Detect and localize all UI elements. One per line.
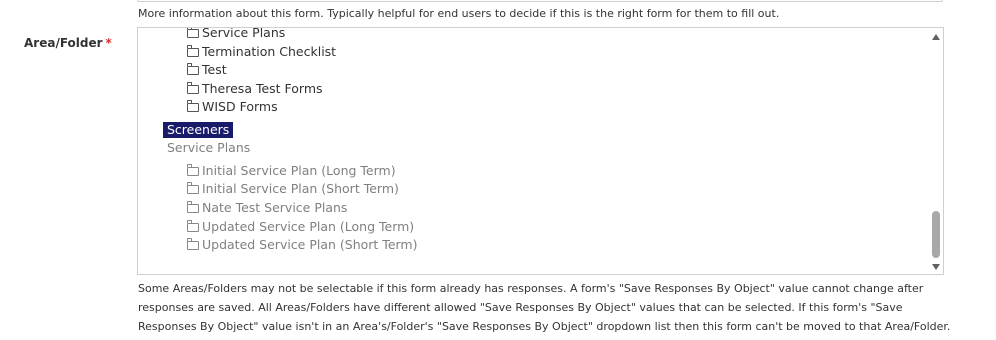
folder-icon xyxy=(187,220,199,232)
list-item-label: Test xyxy=(202,62,227,77)
folder-icon xyxy=(187,28,199,38)
folder-icon xyxy=(187,82,199,94)
list-item[interactable]: Theresa Test Forms xyxy=(187,81,323,97)
list-item-label: Theresa Test Forms xyxy=(202,81,323,96)
area-folder-label-text: Area/Folder xyxy=(24,36,103,50)
area-folder-listbox[interactable]: Service Plans Termination Checklist Test… xyxy=(137,27,944,275)
list-item-label: Termination Checklist xyxy=(202,44,337,59)
required-marker: * xyxy=(105,36,112,50)
list-item[interactable]: Service Plans xyxy=(187,27,286,41)
list-item-label: Updated Service Plan (Short Term) xyxy=(202,237,418,252)
group-label-service-plans: Service Plans xyxy=(167,140,251,155)
list-item[interactable]: WISD Forms xyxy=(187,99,278,115)
folder-icon xyxy=(187,201,199,213)
list-item-label: WISD Forms xyxy=(202,99,278,114)
folder-icon xyxy=(187,100,199,112)
folder-icon xyxy=(187,164,199,176)
description-textarea[interactable]: ⁄⁄ xyxy=(137,0,943,2)
list-item-label: Nate Test Service Plans xyxy=(202,200,348,215)
description-help-text: More information about this form. Typica… xyxy=(138,7,780,20)
resize-grip-icon[interactable]: ⁄⁄ xyxy=(937,0,940,1)
list-item[interactable]: Termination Checklist xyxy=(187,44,336,60)
list-item-disabled: Updated Service Plan (Short Term) xyxy=(187,237,418,253)
folder-icon xyxy=(187,45,199,57)
list-item-disabled: Updated Service Plan (Long Term) xyxy=(187,219,414,235)
list-item-disabled: Nate Test Service Plans xyxy=(187,200,347,216)
folder-icon xyxy=(187,182,199,194)
chevron-up-icon[interactable] xyxy=(932,34,940,40)
folder-icon xyxy=(187,238,199,250)
list-item[interactable]: Test xyxy=(187,62,227,78)
list-item-disabled: Initial Service Plan (Long Term) xyxy=(187,163,396,179)
list-item-disabled: Initial Service Plan (Short Term) xyxy=(187,181,399,197)
selected-group-screeners[interactable]: Screeners xyxy=(163,122,234,138)
list-item-label: Initial Service Plan (Long Term) xyxy=(202,163,396,178)
folder-icon xyxy=(187,63,199,75)
area-folder-label: Area/Folder * xyxy=(24,36,112,50)
scrollbar-thumb[interactable] xyxy=(932,211,940,258)
list-item-label: Initial Service Plan (Short Term) xyxy=(202,181,399,196)
list-item-label: Updated Service Plan (Long Term) xyxy=(202,219,415,234)
area-folder-help-text: Some Areas/Folders may not be selectable… xyxy=(138,282,951,333)
chevron-down-icon[interactable] xyxy=(932,264,940,270)
list-item-label: Service Plans xyxy=(202,27,286,40)
